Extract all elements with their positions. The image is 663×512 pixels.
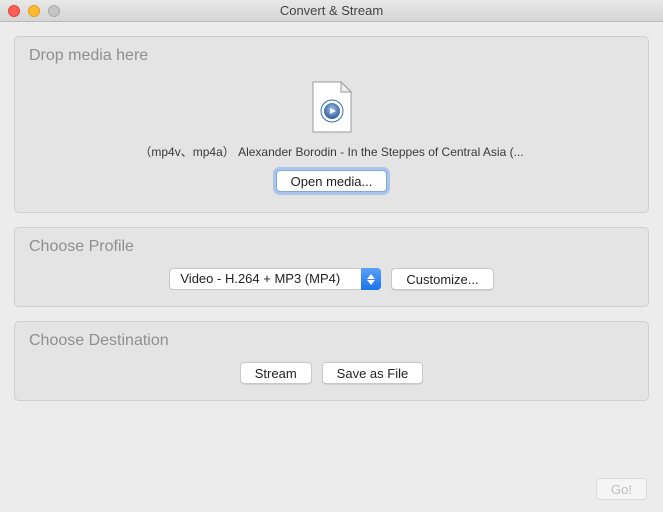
- open-media-button[interactable]: Open media...: [276, 170, 388, 192]
- go-button: Go!: [596, 478, 647, 500]
- stream-label: Stream: [255, 366, 297, 381]
- destination-heading: Choose Destination: [29, 332, 634, 350]
- profile-select-value: Video - H.264 + MP3 (MP4): [169, 268, 381, 290]
- save-as-file-button[interactable]: Save as File: [322, 362, 424, 384]
- destination-group: Choose Destination Stream Save as File: [14, 321, 649, 401]
- traffic-lights: [8, 5, 60, 17]
- window-title: Convert & Stream: [280, 3, 383, 18]
- save-as-file-label: Save as File: [337, 366, 409, 381]
- customize-label: Customize...: [406, 272, 478, 287]
- open-media-label: Open media...: [291, 174, 373, 189]
- go-label: Go!: [611, 482, 632, 497]
- stream-button[interactable]: Stream: [240, 362, 312, 384]
- media-file-name: （mp4v、mp4a） Alexander Borodin - In the S…: [139, 143, 523, 160]
- content-area: Drop media here （mp4v、mp: [0, 22, 663, 512]
- zoom-icon: [48, 5, 60, 17]
- titlebar: Convert & Stream: [0, 0, 663, 22]
- profile-select[interactable]: Video - H.264 + MP3 (MP4): [169, 268, 381, 290]
- media-file-icon: [311, 81, 353, 133]
- drop-media-body: （mp4v、mp4a） Alexander Borodin - In the S…: [29, 71, 634, 198]
- destination-row: Stream Save as File: [29, 356, 634, 386]
- drop-media-heading: Drop media here: [29, 47, 634, 65]
- profile-group: Choose Profile Video - H.264 + MP3 (MP4)…: [14, 227, 649, 307]
- minimize-icon[interactable]: [28, 5, 40, 17]
- chevron-up-down-icon: [361, 268, 381, 290]
- profile-heading: Choose Profile: [29, 238, 634, 256]
- drop-media-group[interactable]: Drop media here （mp4v、mp: [14, 36, 649, 213]
- customize-button[interactable]: Customize...: [391, 268, 493, 290]
- bottom-bar: Go!: [14, 415, 649, 502]
- profile-row: Video - H.264 + MP3 (MP4) Customize...: [29, 262, 634, 292]
- close-icon[interactable]: [8, 5, 20, 17]
